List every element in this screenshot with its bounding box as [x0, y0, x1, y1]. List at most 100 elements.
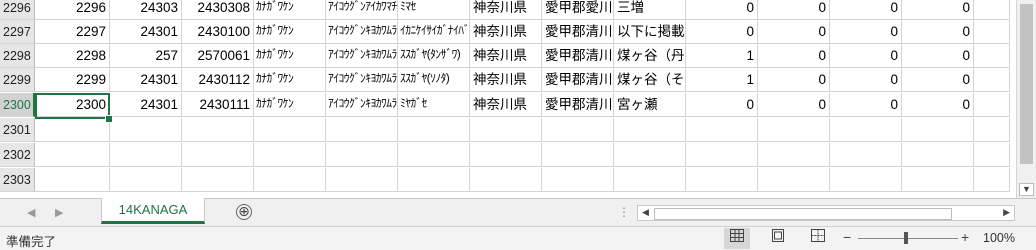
- zoom-in-button[interactable]: +: [961, 229, 969, 245]
- table-cell[interactable]: 0: [758, 20, 830, 44]
- table-cell[interactable]: 神奈川県: [470, 44, 542, 68]
- table-cell[interactable]: [614, 118, 686, 142]
- table-cell[interactable]: 0: [830, 93, 902, 117]
- table-cell[interactable]: [542, 143, 614, 167]
- table-cell[interactable]: [974, 68, 1010, 92]
- table-cell[interactable]: 24301: [110, 20, 182, 44]
- table-cell[interactable]: 0: [686, 93, 758, 117]
- table-cell[interactable]: [974, 20, 1010, 44]
- table-cell[interactable]: 0: [902, 0, 974, 20]
- vertical-scroll-thumb[interactable]: [1020, 4, 1033, 164]
- row-header[interactable]: 2298: [0, 44, 35, 68]
- row-header[interactable]: 2300: [0, 93, 35, 117]
- table-cell[interactable]: [398, 143, 470, 167]
- table-cell[interactable]: [110, 118, 182, 142]
- table-cell[interactable]: ｶﾅｶﾞﾜｹﾝ: [254, 44, 326, 68]
- table-cell[interactable]: [326, 118, 398, 142]
- table-cell[interactable]: [902, 143, 974, 167]
- table-cell[interactable]: [830, 118, 902, 142]
- table-cell[interactable]: [902, 118, 974, 142]
- table-cell[interactable]: 0: [830, 44, 902, 68]
- table-cell[interactable]: [830, 168, 902, 192]
- table-cell[interactable]: 愛甲郡愛川町: [542, 0, 614, 20]
- table-cell[interactable]: [902, 168, 974, 192]
- fill-handle[interactable]: [105, 115, 113, 123]
- table-cell[interactable]: [182, 118, 254, 142]
- sheet-nav-next-icon[interactable]: ▶: [55, 206, 63, 219]
- table-cell[interactable]: 愛甲郡清川村: [542, 93, 614, 117]
- table-cell[interactable]: [974, 44, 1010, 68]
- table-cell[interactable]: ｱｲｺｳｸﾞﾝｷﾖｶﾜﾑﾗ: [326, 68, 398, 92]
- table-cell[interactable]: ﾐﾔｶﾞｾ: [398, 93, 470, 117]
- sheet-nav-prev-icon[interactable]: ◀: [27, 206, 35, 219]
- table-cell[interactable]: 0: [758, 68, 830, 92]
- table-cell[interactable]: ｶﾅｶﾞﾜｹﾝ: [254, 20, 326, 44]
- zoom-out-button[interactable]: −: [843, 229, 851, 245]
- table-cell[interactable]: [398, 168, 470, 192]
- table-cell[interactable]: 0: [902, 20, 974, 44]
- row-header[interactable]: 2297: [0, 20, 35, 44]
- table-cell[interactable]: [326, 168, 398, 192]
- table-cell[interactable]: [254, 168, 326, 192]
- horizontal-scrollbar[interactable]: ◀ ▶: [637, 205, 1015, 221]
- table-cell[interactable]: 0: [686, 0, 758, 20]
- table-cell[interactable]: 0: [830, 0, 902, 20]
- worksheet-grid[interactable]: 2296 2296 24303 2430308 ｶﾅｶﾞﾜｹﾝ ｱｲｺｳｸﾞﾝｱｲｶﾜﾏﾁ…: [0, 0, 1016, 198]
- table-cell[interactable]: 0: [830, 68, 902, 92]
- table-cell[interactable]: ｱｲｺｳｸﾞﾝｱｲｶﾜﾏﾁ: [326, 0, 398, 20]
- table-cell[interactable]: ﾐﾏｾ: [398, 0, 470, 20]
- table-cell[interactable]: [470, 118, 542, 142]
- zoom-slider-track[interactable]: [858, 238, 958, 239]
- table-cell[interactable]: 0: [758, 44, 830, 68]
- table-cell[interactable]: [686, 118, 758, 142]
- table-cell[interactable]: [182, 143, 254, 167]
- table-cell[interactable]: [326, 143, 398, 167]
- table-cell[interactable]: [758, 118, 830, 142]
- table-cell[interactable]: 24301: [110, 93, 182, 117]
- page-layout-view-icon[interactable]: [765, 228, 791, 249]
- table-cell[interactable]: ｱｲｺｳｸﾞﾝｷﾖｶﾜﾑﾗ: [326, 20, 398, 44]
- add-sheet-icon[interactable]: ⊕: [236, 204, 252, 220]
- table-cell[interactable]: 1: [686, 68, 758, 92]
- table-cell[interactable]: 2299: [35, 68, 110, 92]
- table-cell[interactable]: ｽｽｶﾞﾔ(ﾀﾝｻﾞﾜ): [398, 44, 470, 68]
- table-cell[interactable]: 2430100: [182, 20, 254, 44]
- table-cell[interactable]: [110, 143, 182, 167]
- table-cell[interactable]: [35, 168, 110, 192]
- table-cell[interactable]: [686, 143, 758, 167]
- row-header[interactable]: 2303: [0, 168, 35, 192]
- table-cell[interactable]: 愛甲郡清川村: [542, 68, 614, 92]
- row-header[interactable]: 2296: [0, 0, 35, 20]
- row-header[interactable]: 2301: [0, 118, 35, 142]
- table-cell[interactable]: ｱｲｺｳｸﾞﾝｷﾖｶﾜﾑﾗ: [326, 44, 398, 68]
- table-cell[interactable]: 愛甲郡清川村: [542, 20, 614, 44]
- table-cell[interactable]: 0: [902, 68, 974, 92]
- table-cell[interactable]: [470, 143, 542, 167]
- table-cell[interactable]: [974, 0, 1010, 20]
- table-cell[interactable]: 2430112: [182, 68, 254, 92]
- table-cell[interactable]: 0: [902, 44, 974, 68]
- table-cell[interactable]: [974, 118, 1010, 142]
- table-cell[interactable]: 2300: [35, 93, 110, 117]
- table-cell[interactable]: 2570061: [182, 44, 254, 68]
- table-cell[interactable]: [542, 168, 614, 192]
- table-cell[interactable]: 24301: [110, 68, 182, 92]
- table-cell[interactable]: [35, 143, 110, 167]
- table-cell[interactable]: 宮ヶ瀬: [614, 93, 686, 117]
- table-cell[interactable]: 2430111: [182, 93, 254, 117]
- table-cell[interactable]: ｱｲｺｳｸﾞﾝｷﾖｶﾜﾑﾗ: [326, 93, 398, 117]
- scroll-right-icon[interactable]: ▶: [1003, 207, 1010, 218]
- table-cell[interactable]: 三増: [614, 0, 686, 20]
- scroll-left-icon[interactable]: ◀: [642, 207, 649, 218]
- zoom-level[interactable]: 100%: [983, 231, 1015, 245]
- table-cell[interactable]: [974, 143, 1010, 167]
- table-cell[interactable]: [110, 168, 182, 192]
- table-cell[interactable]: 0: [686, 20, 758, 44]
- table-cell[interactable]: [614, 143, 686, 167]
- table-cell[interactable]: 257: [110, 44, 182, 68]
- table-cell[interactable]: 2297: [35, 20, 110, 44]
- table-cell[interactable]: [35, 118, 110, 142]
- table-cell[interactable]: 2296: [35, 0, 110, 20]
- table-cell[interactable]: ｲｶﾆｹｲｻｲｶﾞﾅｲﾊﾞｱｲ: [398, 20, 470, 44]
- table-cell[interactable]: [686, 168, 758, 192]
